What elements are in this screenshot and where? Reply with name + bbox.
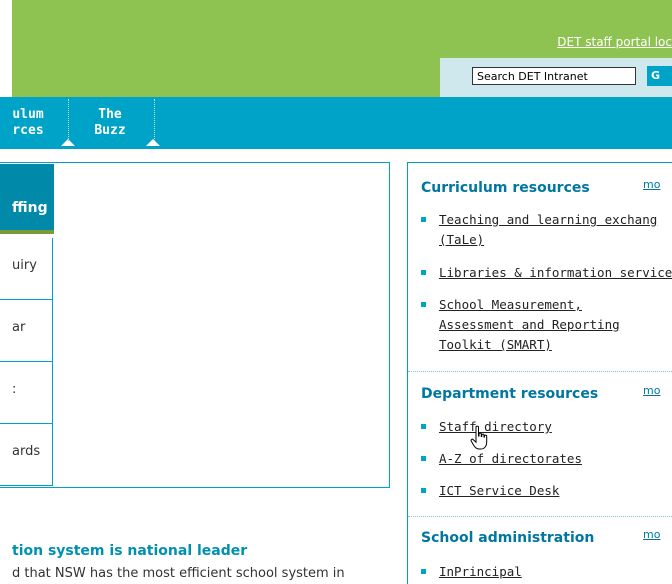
bullet-icon (421, 217, 426, 222)
tab-awards[interactable]: ards (0, 424, 53, 486)
news-headline[interactable]: tion system is national leader (12, 543, 247, 559)
nav-label-line: ulum (12, 107, 44, 122)
section-title-department: Department resources (421, 386, 599, 402)
link-line: (TaLe) (439, 232, 485, 247)
nav-separator (154, 99, 155, 141)
tab-third[interactable]: : (0, 362, 53, 424)
link-line: Teaching and learning exchang (439, 212, 658, 227)
tab-staffing[interactable]: ffing (0, 164, 54, 234)
nav-separator (68, 99, 69, 141)
header-edge (0, 0, 12, 97)
nav-curriculum-resources[interactable]: ulum rces (0, 107, 56, 139)
link-label: A-Z of directorates (439, 449, 582, 469)
section-divider (408, 516, 672, 517)
nav-notch (146, 139, 160, 146)
link-line: Libraries & information services (439, 265, 672, 280)
link-label: InPrincipal (439, 562, 522, 582)
link-line: Staff directory (439, 419, 552, 434)
link-line: School Measurement, (439, 297, 582, 312)
bullet-icon (421, 569, 426, 574)
link-label: School Measurement, Assessment and Repor… (439, 295, 620, 355)
news-summary: d that NSW has the most efficient school… (12, 566, 345, 581)
tab-label: uiry (12, 258, 37, 273)
tab-active-stripe (0, 230, 54, 234)
more-link-department[interactable]: mo (643, 384, 660, 397)
link-line: Toolkit (SMART) (439, 337, 552, 352)
more-link-curriculum[interactable]: mo (643, 178, 660, 191)
bullet-icon (421, 270, 426, 275)
hand-cursor-icon (470, 425, 488, 450)
bullet-icon (421, 424, 426, 429)
left-content-box (0, 162, 390, 488)
bullet-icon (421, 488, 426, 493)
link-line: Assessment and Reporting (439, 317, 620, 332)
nav-label-line: Buzz (94, 123, 126, 138)
link-label: Libraries & information services (439, 263, 672, 283)
main-nav: ulum rces The Buzz (0, 97, 672, 149)
nav-label-line: rces (12, 123, 44, 138)
site-header: DET staff portal loc G (0, 0, 672, 97)
section-title-curriculum: Curriculum resources (421, 180, 590, 196)
search-go-button[interactable]: G (647, 66, 672, 86)
link-line: ICT Service Desk (439, 483, 560, 498)
nav-label-line: The (98, 107, 122, 122)
bullet-icon (421, 302, 426, 307)
section-divider (408, 371, 672, 372)
section-title-school-admin: School administration (421, 530, 595, 546)
bullet-icon (421, 456, 426, 461)
staff-portal-link[interactable]: DET staff portal loc (557, 35, 672, 49)
link-label: ICT Service Desk (439, 481, 559, 501)
link-line: InPrincipal (439, 564, 522, 579)
link-label: Staff directory (439, 417, 552, 437)
nav-the-buzz[interactable]: The Buzz (80, 107, 140, 139)
tab-label: ards (12, 444, 41, 459)
link-line: A-Z of directorates (439, 451, 582, 466)
search-input[interactable] (472, 67, 636, 85)
link-label: Teaching and learning exchang (TaLe) (439, 210, 657, 250)
tab-label: ffing (12, 200, 48, 216)
tab-enquiry[interactable]: uiry (0, 238, 53, 300)
tab-calendar[interactable]: ar (0, 300, 53, 362)
tab-label: ar (12, 320, 26, 335)
more-link-school-admin[interactable]: mo (643, 528, 660, 541)
tab-label: : (12, 382, 17, 397)
